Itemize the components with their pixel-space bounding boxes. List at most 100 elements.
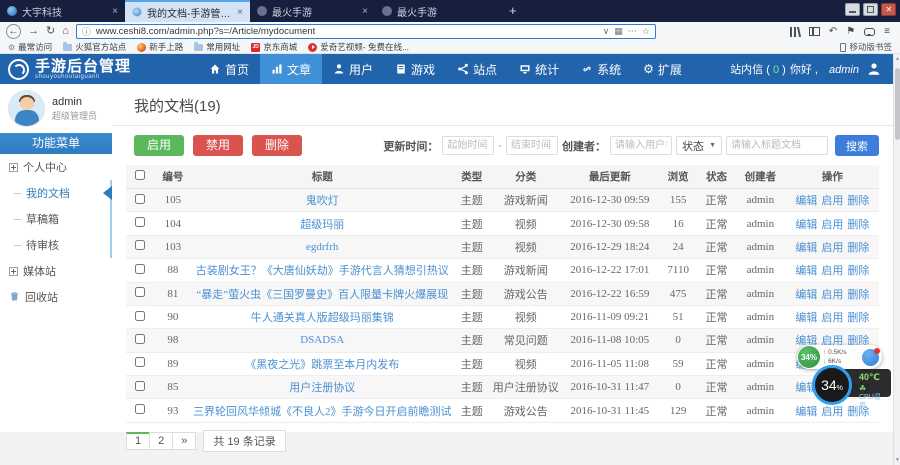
search-button[interactable]: 搜索 [835,135,879,156]
document-title-link[interactable]: 鬼吹灯 [306,195,339,207]
nav-item-game[interactable]: 游戏 [384,54,446,84]
row-checkbox[interactable] [135,194,145,204]
tab-close-icon[interactable]: × [362,6,368,17]
close-button[interactable] [881,3,896,16]
document-title-link[interactable]: 牛人通关真人版超级玛丽集锦 [251,312,394,324]
enable-link[interactable]: 启用 [821,265,843,277]
library-icon[interactable] [790,27,800,37]
site-info-icon[interactable]: ⓘ [82,25,91,38]
title-search-input[interactable] [726,136,828,155]
nav-item-site[interactable]: 站点 [446,54,508,84]
bookmark-firefox-official[interactable]: 火狐官方站点 [63,41,126,53]
url-dropdown-icon[interactable]: ∨ [603,26,610,37]
nav-item-user[interactable]: 用户 [322,54,384,84]
next-page-button[interactable]: » [172,432,196,450]
expand-icon[interactable] [9,163,18,172]
document-title-link[interactable]: egdrfrh [306,241,338,253]
url-text[interactable]: www.ceshi8.com/admin.php?s=/Article/mydo… [96,26,598,37]
creator-input[interactable] [610,136,672,155]
bookmark-most-visited[interactable]: ⚙ 最常访问 [8,41,52,53]
page-2-button[interactable]: 2 [149,432,173,450]
tab-close-icon[interactable]: × [112,6,118,17]
username-link[interactable]: admin [829,64,859,76]
enable-link[interactable]: 启用 [821,312,843,324]
enable-link[interactable]: 启用 [821,219,843,231]
disable-button[interactable]: 禁用 [193,135,243,156]
document-title-link[interactable]: 三界轮回风华倾城《不良人2》手游今日开启前瞻测试 [193,406,452,418]
expand-icon[interactable] [9,267,18,276]
app-logo[interactable]: 手游后台管理 shouyouhoutaiguanli [0,54,198,84]
sidebar-item-media-site[interactable]: 媒体站 [0,258,112,284]
delete-link[interactable]: 删除 [847,265,869,277]
home-icon[interactable]: ⌂ [62,23,69,40]
nav-item-home[interactable]: 首页 [198,54,260,84]
scroll-up-arrow[interactable]: ▲ [894,56,900,62]
page-scrollbar[interactable]: ▲ ▼ [893,54,900,465]
refresh-icon[interactable]: ↻ [46,23,55,40]
row-checkbox[interactable] [135,240,145,250]
new-tab-button[interactable]: + [500,0,526,22]
browser-tab-4[interactable]: 最火手游 [375,0,500,22]
browser-tab-2-active[interactable]: 我的文档-手游管理后台 × [125,0,250,22]
row-checkbox[interactable] [135,217,145,227]
select-all-checkbox[interactable] [135,170,145,180]
row-checkbox[interactable] [135,264,145,274]
avatar[interactable] [8,90,45,127]
bookmark-common-sites[interactable]: 常用网址 [194,41,240,53]
delete-link[interactable]: 删除 [847,219,869,231]
translate-icon[interactable]: ▦ [614,26,623,37]
enable-link[interactable]: 启用 [821,289,843,301]
nav-item-system[interactable]: 系统 [570,54,632,84]
user-avatar-icon[interactable] [863,62,881,76]
edit-link[interactable]: 编辑 [795,289,817,301]
network-speed-ball[interactable]: 34% ↑ 0.5K/s ↓ 6K/s [797,345,882,369]
status-select[interactable]: 状态 ▼ [676,136,722,155]
delete-link[interactable]: 删除 [847,242,869,254]
forward-icon[interactable]: → [28,23,39,40]
document-title-link[interactable]: DSADSA [300,334,344,346]
sidebar-item-recycle-bin[interactable]: 回收站 [0,284,112,310]
edit-link[interactable]: 编辑 [795,219,817,231]
edit-link[interactable]: 编辑 [795,265,817,277]
sidebar-item-personal-center[interactable]: 个人中心 [0,154,112,180]
mobile-bookmarks[interactable]: 移动版书签 [840,41,892,53]
document-title-link[interactable]: 《黑夜之光》跳票至本月内发布 [245,359,399,371]
row-checkbox[interactable] [135,287,145,297]
back-icon[interactable]: ← [6,24,21,39]
delete-link[interactable]: 删除 [847,195,869,207]
url-bar[interactable]: ⓘ www.ceshi8.com/admin.php?s=/Article/my… [76,24,656,39]
row-checkbox[interactable] [135,311,145,321]
page-1-button[interactable]: 1 [126,432,150,450]
document-title-link[interactable]: 古装剧女王？《大唐仙妖劫》手游代言人猜想引热议 [196,265,449,277]
bookmark-getting-started[interactable]: 新手上路 [137,41,183,53]
edit-link[interactable]: 编辑 [795,242,817,254]
tab-close-icon[interactable]: × [237,7,243,18]
row-checkbox[interactable] [135,357,145,367]
document-title-link[interactable]: 超级玛丽 [300,219,344,231]
enable-link[interactable]: 启用 [821,195,843,207]
minimize-button[interactable] [845,3,860,16]
bookmark-video-site[interactable]: 爱奇艺视频- 免费在线... [308,41,409,53]
end-time-input[interactable] [506,136,558,155]
cpu-usage-ball[interactable]: 34% [812,365,852,405]
document-title-link[interactable]: 用户注册协议 [289,382,355,394]
maximize-button[interactable] [863,3,878,16]
page-actions-icon[interactable]: ⋯ [628,26,637,37]
undo-icon[interactable]: ↶ [829,26,837,37]
messages-link[interactable]: 站内信 ( 0 ) [730,61,786,77]
accelerator-ball-icon[interactable] [862,349,879,366]
browser-tab-3[interactable]: 最火手游 × [250,0,375,22]
delete-button[interactable]: 删除 [252,135,302,156]
sidebar-toggle-icon[interactable] [809,27,820,36]
start-time-input[interactable] [442,136,494,155]
edit-link[interactable]: 编辑 [795,312,817,324]
browser-tab-1[interactable]: 大宇科技 × [0,0,125,22]
sidebar-item-drafts[interactable]: 草稿箱 [0,206,110,232]
hamburger-menu-icon[interactable]: ≡ [884,26,890,37]
chat-icon[interactable] [864,28,875,36]
sidebar-item-my-documents[interactable]: 我的文档 [0,180,110,206]
bookmark-star-icon[interactable]: ☆ [642,26,650,37]
row-checkbox[interactable] [135,381,145,391]
scrollbar-thumb[interactable] [895,68,900,140]
row-checkbox[interactable] [135,404,145,414]
